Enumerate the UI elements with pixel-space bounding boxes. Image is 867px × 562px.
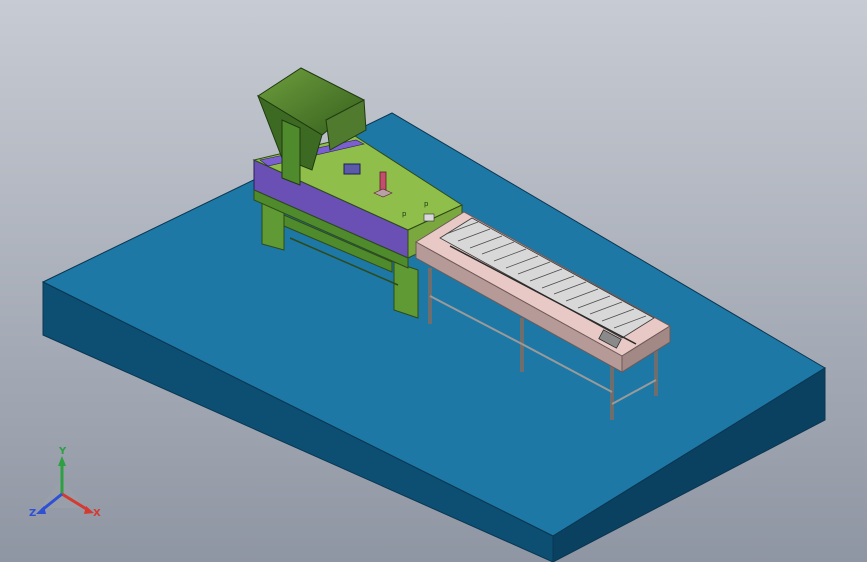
model-scene[interactable]: p p Y X Z	[0, 0, 867, 562]
triad-label-y: Y	[58, 446, 67, 457]
triad-label-z: Z	[29, 508, 36, 519]
feeder-leg-front	[393, 261, 419, 319]
feeder-panel	[423, 213, 435, 222]
feeder-marking-1: p	[402, 210, 407, 218]
hopper-chute	[281, 119, 301, 186]
feeder-marking-2: p	[424, 200, 429, 208]
triad-label-x: X	[93, 508, 101, 519]
cad-viewport[interactable]: p p Y X Z	[0, 0, 867, 562]
hopper-motor	[343, 163, 361, 175]
